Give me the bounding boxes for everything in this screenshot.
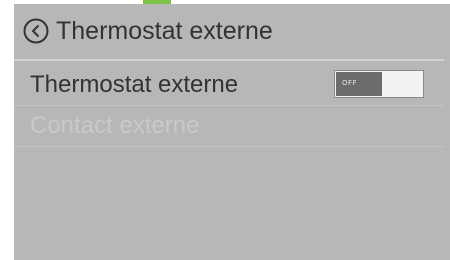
setting-label: Thermostat externe [30, 71, 239, 98]
thermostat-externe-toggle[interactable]: OFF [334, 70, 424, 98]
header: Thermostat externe [14, 4, 450, 52]
thermostat-screen: Thermostat externe Thermostat externe OF… [14, 4, 450, 260]
chevron-left-circle-icon [23, 18, 49, 44]
toggle-state-label: OFF [342, 79, 358, 87]
page-title: Thermostat externe [56, 17, 273, 45]
setting-row-contact-externe: Contact externe [14, 107, 444, 147]
row-divider [14, 105, 444, 106]
setting-row-thermostat-externe[interactable]: Thermostat externe OFF [14, 66, 444, 106]
back-button[interactable] [23, 18, 49, 44]
setting-label-disabled: Contact externe [30, 112, 200, 139]
header-divider [14, 59, 444, 61]
row-divider [14, 146, 444, 147]
toggle-off-segment: OFF [336, 72, 382, 96]
